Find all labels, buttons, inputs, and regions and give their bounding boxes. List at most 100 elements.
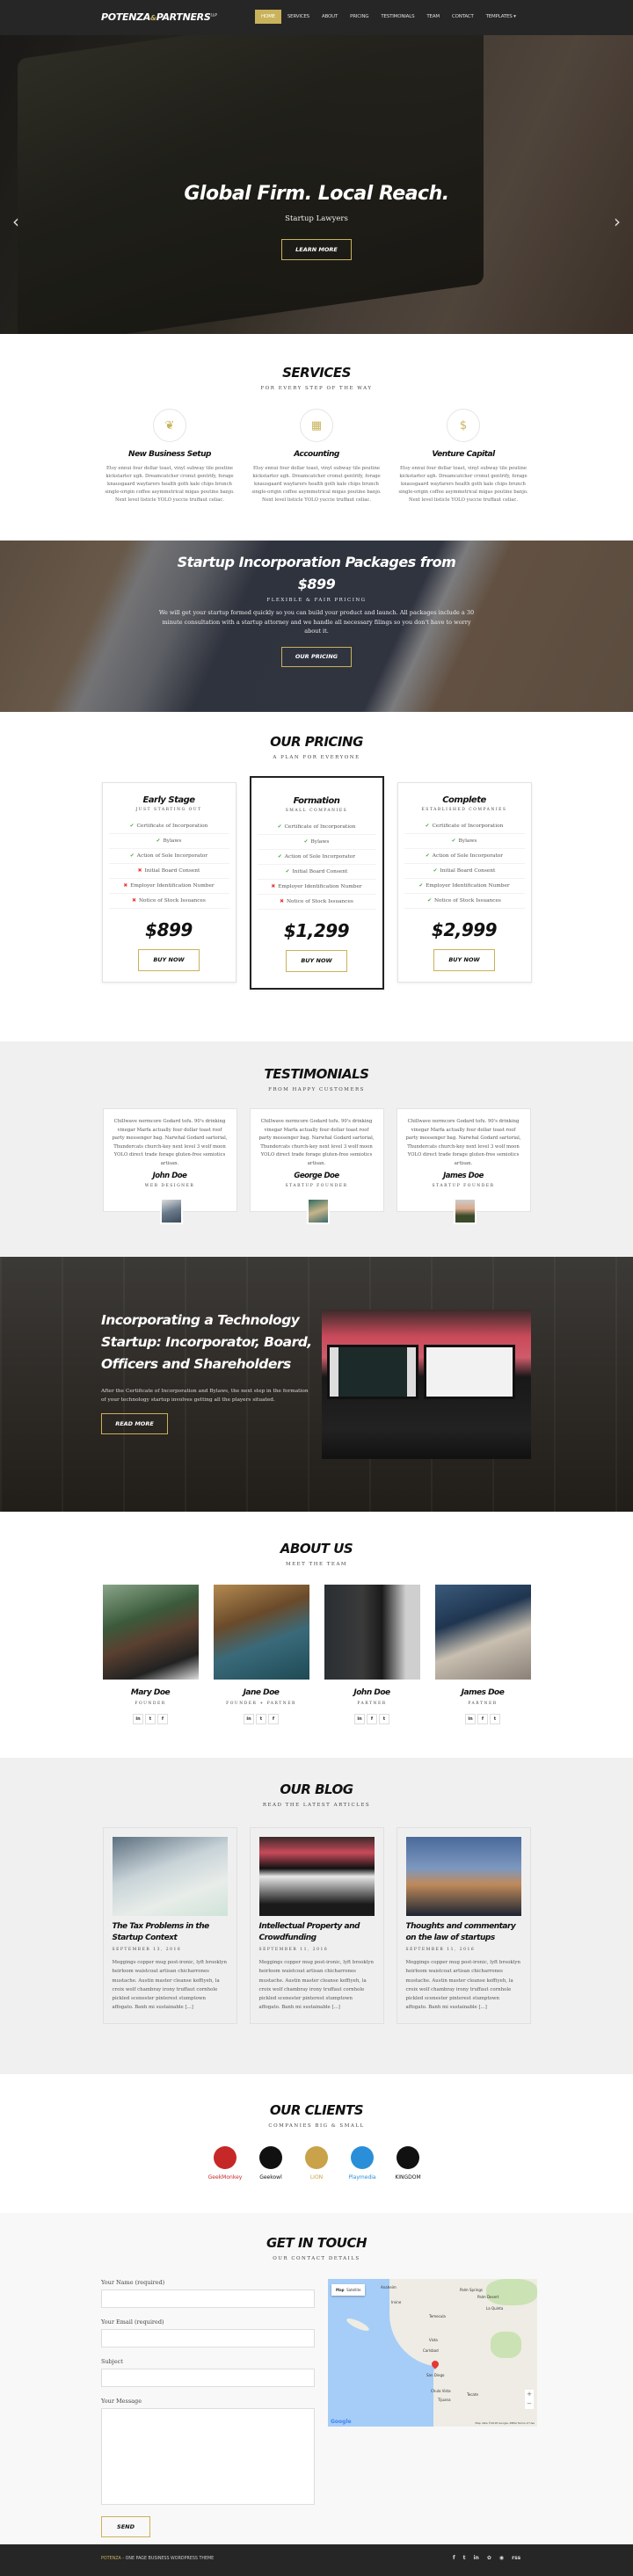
map-tab[interactable]: Map (336, 2288, 345, 2292)
member-role: Founder + Partner (226, 1702, 296, 1706)
send-button[interactable]: Send (101, 2516, 150, 2537)
message-textarea[interactable] (101, 2408, 315, 2505)
park-area (486, 2279, 537, 2305)
twitter-icon[interactable]: t (490, 1714, 500, 1724)
testimonial-name: John Doe (152, 1172, 187, 1180)
client-name: KINGDOM (395, 2174, 421, 2181)
email-field[interactable] (101, 2329, 315, 2347)
linkedin-icon[interactable]: in (465, 1714, 476, 1724)
packages-subtitle: Flexible & Fair Pricing (266, 598, 367, 603)
nav-pricing[interactable]: Pricing (344, 10, 375, 24)
blog-post[interactable]: Intellectual Property and Crowdfunding S… (249, 1827, 384, 2024)
check-icon: ✔ (433, 868, 438, 874)
post-date: September 13, 2016 (112, 1948, 182, 1952)
nav-about[interactable]: About (316, 10, 344, 24)
linkedin-icon[interactable]: in (354, 1714, 365, 1724)
section-title: TESTIMONIALS (264, 1066, 369, 1082)
site-logo[interactable]: POTENZA&PARTNERSLLP (101, 11, 217, 23)
facebook-icon[interactable]: f (157, 1714, 168, 1724)
twitter-icon[interactable]: t (256, 1714, 266, 1724)
post-title[interactable]: Intellectual Property and Crowdfunding (259, 1921, 375, 1944)
read-more-button[interactable]: Read More (101, 1413, 168, 1434)
satellite-tab[interactable]: Satellite (346, 2288, 360, 2292)
nav-contact[interactable]: Contact (446, 10, 480, 24)
check-icon: ✔ (277, 854, 282, 860)
twitter-icon[interactable]: t (463, 2555, 466, 2561)
facebook-icon[interactable]: f (453, 2555, 455, 2561)
name-field[interactable] (101, 2289, 315, 2308)
buy-now-button[interactable]: Buy Now (286, 950, 347, 972)
linkedin-icon[interactable]: in (474, 2555, 479, 2561)
dribbble-icon[interactable]: ◉ (499, 2555, 504, 2561)
map-zoom-control[interactable]: + − (525, 2390, 534, 2409)
post-thumbnail[interactable] (405, 1837, 521, 1916)
buy-now-button[interactable]: Buy Now (433, 949, 495, 971)
member-name: Jane Doe (243, 1688, 280, 1697)
facebook-icon[interactable]: f (477, 1714, 488, 1724)
client-logo[interactable]: GeekMonkey (206, 2146, 244, 2190)
post-thumbnail[interactable] (112, 1837, 228, 1916)
nav-testimonials[interactable]: Testimonials (375, 10, 420, 24)
blog-section: OUR BLOG Read the latest articles The Ta… (0, 1758, 633, 2074)
our-pricing-button[interactable]: Our Pricing (281, 646, 352, 667)
feature-item: ✔ Certificate of Incorporation (108, 819, 229, 834)
name-label: Your Name (required) (101, 2279, 165, 2286)
post-title[interactable]: Thoughts and commentary on the law of st… (406, 1921, 521, 1944)
client-logo[interactable]: Geekowl (251, 2146, 290, 2190)
twitter-icon[interactable]: t (379, 1714, 389, 1724)
linkedin-icon[interactable]: in (244, 1714, 254, 1724)
feature-list: ✔ Certificate of Incorporation ✔ Bylaws ✔ Act… (108, 819, 229, 909)
linkedin-icon[interactable]: in (133, 1714, 143, 1724)
testimonial-role: Startup Founder (432, 1184, 495, 1188)
check-icon: ✔ (303, 839, 309, 845)
client-logo[interactable]: LION (297, 2146, 336, 2190)
section-title: OUR CLIENTS (269, 2102, 364, 2118)
feature-item: ✔ Action of Sole Incorporator (257, 850, 376, 865)
park-area (491, 2332, 521, 2358)
member-socials: in f t (324, 1714, 420, 1724)
client-logo[interactable]: Playmedia (343, 2146, 382, 2190)
nav-team[interactable]: Team (420, 10, 446, 24)
google-map[interactable]: Map Satellite Anaheim Irvine Palm Spring… (328, 2279, 537, 2427)
post-thumbnail[interactable] (258, 1837, 375, 1916)
contact-form: Your Name (required) Your Email (require… (101, 2279, 315, 2537)
facebook-icon[interactable]: f (367, 1714, 377, 1724)
learn-more-button[interactable]: Learn More (281, 239, 352, 260)
facebook-icon[interactable]: f (268, 1714, 279, 1724)
map-label: Carlsbad (423, 2348, 439, 2353)
featured-image (322, 1310, 531, 1459)
blog-post[interactable]: The Tax Problems in the Startup Context … (102, 1827, 237, 2024)
map-label: Tecate (467, 2392, 478, 2397)
nav-home[interactable]: Home (255, 10, 281, 24)
twitter-icon[interactable]: t (145, 1714, 156, 1724)
blog-post[interactable]: Thoughts and commentary on the law of st… (396, 1827, 531, 2024)
client-logo[interactable]: KINGDOM (389, 2146, 427, 2190)
hero-subtitle: Startup Lawyers (285, 214, 348, 223)
instagram-icon[interactable]: ✿ (487, 2555, 491, 2561)
zoom-in-button[interactable]: + (525, 2390, 534, 2399)
feature-item: ✖ Initial Board Consent (108, 864, 229, 879)
team-member: Jane Doe Founder + Partner in t f (213, 1585, 309, 1724)
rss-icon[interactable]: rss (512, 2555, 520, 2561)
check-icon: ✔ (425, 824, 430, 829)
avatar (453, 1198, 477, 1224)
nav-services[interactable]: Services (281, 10, 316, 24)
feature-item: ✔ Initial Board Consent (404, 864, 525, 879)
packages-title: Startup Incorporation Packages from $899 (177, 554, 456, 592)
feature-item: ✖ Notice of Stock Issuances (257, 895, 376, 910)
subject-field[interactable] (101, 2369, 315, 2387)
check-icon: ✔ (418, 883, 424, 889)
nav-templates-dropdown[interactable]: Templates ▾ (480, 10, 522, 24)
plan-price: $2,999 (431, 919, 498, 940)
map-credit[interactable]: Map data ©2018 Google, INEGI Terms of Us… (476, 2421, 535, 2425)
feature-item: ✔ Certificate of Incorporation (257, 820, 376, 835)
member-role: Partner (468, 1702, 498, 1706)
footer-social-icons: f t in ✿ ◉ rss (453, 2555, 520, 2561)
post-title[interactable]: The Tax Problems in the Startup Context (113, 1921, 228, 1944)
buy-now-button[interactable]: Buy Now (138, 949, 200, 971)
zoom-out-button[interactable]: − (525, 2399, 534, 2409)
map-type-control[interactable]: Map Satellite (331, 2284, 366, 2296)
leaf-icon: ❦ (153, 409, 186, 442)
packages-text: We will get your startup formed quickly … (158, 609, 475, 635)
member-photo (102, 1585, 199, 1680)
